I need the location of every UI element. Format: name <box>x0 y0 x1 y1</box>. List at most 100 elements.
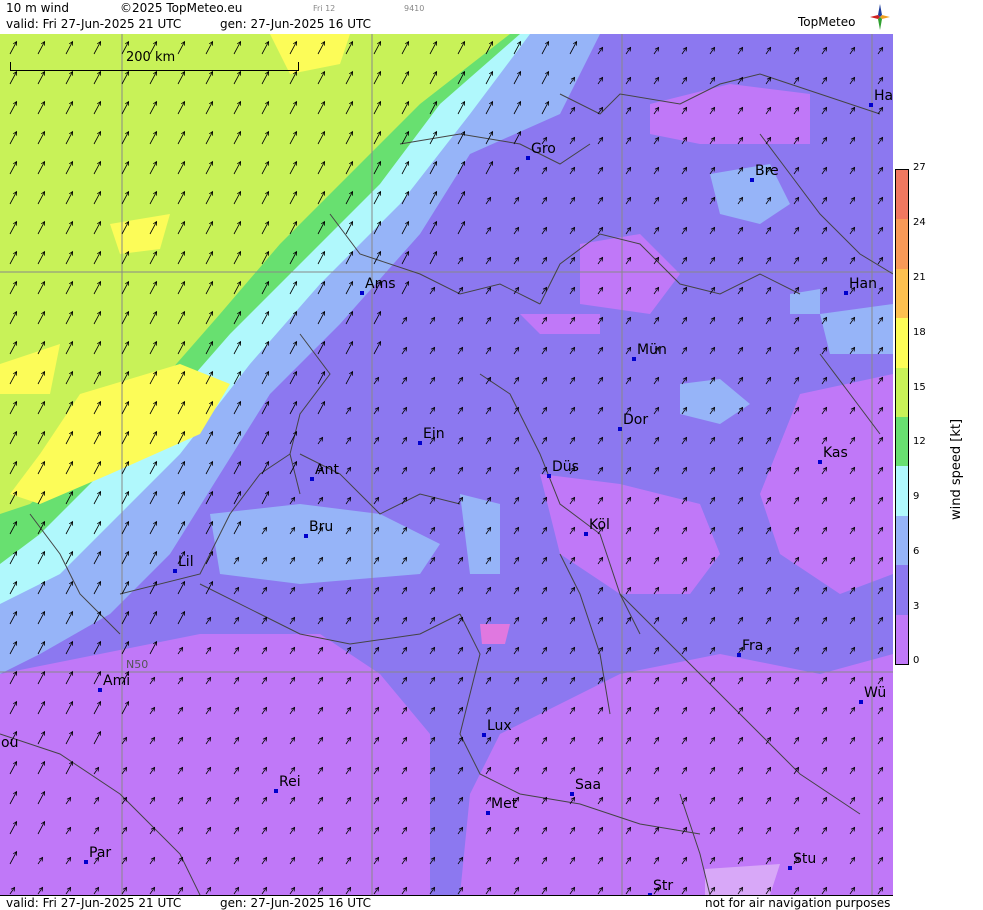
wind-arrow <box>737 376 744 385</box>
wind-arrow <box>121 736 128 745</box>
wind-arrow <box>625 166 632 175</box>
city-marker-Kas <box>818 460 822 464</box>
wind-arrow <box>849 676 856 685</box>
wind-map[interactable]: 200 km N50 Ha Gro Bre Ams Han Mün Ein Dor Ant Düs… <box>0 34 893 895</box>
city-label-Met[interactable]: Met <box>491 796 517 812</box>
wind-arrow <box>793 166 800 175</box>
wind-arrow <box>121 220 130 235</box>
wind-arrow <box>485 316 492 325</box>
city-label-Lux[interactable]: Lux <box>487 718 512 734</box>
wind-arrow <box>93 766 100 775</box>
wind-arrow <box>849 76 856 85</box>
wind-arrow <box>597 826 604 835</box>
wind-arrow <box>737 526 744 535</box>
wind-arrow <box>205 400 214 415</box>
wind-arrow <box>849 166 856 175</box>
topmeteo-logo[interactable]: TopMeteo <box>798 4 890 32</box>
wind-arrow <box>681 886 688 895</box>
city-label-Stu[interactable]: Stu <box>793 851 816 867</box>
city-label-Gro[interactable]: Gro <box>531 141 556 157</box>
wind-arrow <box>793 106 800 115</box>
wind-arrow <box>121 640 130 655</box>
city-label-Ami[interactable]: Ami <box>103 673 130 689</box>
wind-arrow <box>373 706 380 715</box>
wind-arrow <box>177 460 186 475</box>
wind-arrow <box>793 886 800 895</box>
wind-arrow <box>513 316 520 325</box>
wind-arrow <box>849 826 856 835</box>
wind-arrow <box>401 706 408 715</box>
city-label-Lil[interactable]: Lil <box>178 554 194 570</box>
wind-arrow <box>821 616 828 625</box>
wind-arrow <box>597 46 604 55</box>
city-label-ou[interactable]: ou <box>1 735 18 751</box>
city-label-Ams[interactable]: Ams <box>365 276 396 292</box>
wind-arrow <box>625 136 632 145</box>
city-label-Fra[interactable]: Fra <box>742 638 763 654</box>
wind-arrow <box>177 280 186 295</box>
city-label-Han[interactable]: Han <box>849 276 877 292</box>
wind-arrow <box>541 796 548 805</box>
wind-arrow <box>177 370 186 385</box>
city-label-Bru[interactable]: Bru <box>309 519 333 535</box>
wind-arrow <box>289 856 296 865</box>
wind-arrow <box>401 190 410 205</box>
wind-arrow <box>849 796 856 805</box>
wind-arrow <box>233 556 240 565</box>
city-label-Dor[interactable]: Dor <box>623 412 648 428</box>
wind-arrow <box>233 340 242 355</box>
city-label-Par[interactable]: Par <box>89 845 111 861</box>
wind-arrow <box>429 676 436 685</box>
wind-arrow <box>261 430 270 445</box>
map-header: 10 m wind ©2025 TopMeteo.eu Fri 12 9410 … <box>0 0 893 35</box>
city-label-Kas[interactable]: Kas <box>823 445 848 461</box>
wind-arrow <box>793 466 800 475</box>
city-marker-Wü <box>859 700 863 704</box>
wind-arrow <box>849 736 856 745</box>
wind-arrow <box>261 340 270 355</box>
wind-arrow <box>289 160 298 175</box>
wind-arrow <box>317 496 324 505</box>
wind-arrow <box>849 46 856 55</box>
wind-arrow <box>821 466 828 475</box>
city-label-Str[interactable]: Str <box>653 878 673 894</box>
wind-arrow <box>205 766 212 775</box>
wind-arrow <box>93 730 102 745</box>
wind-arrow <box>793 796 800 805</box>
wind-arrow <box>597 706 604 715</box>
city-label-Düs[interactable]: Düs <box>552 459 579 475</box>
wind-arrow <box>625 106 632 115</box>
wind-arrow <box>401 856 408 865</box>
city-label-Ha[interactable]: Ha <box>874 88 893 104</box>
wind-arrow <box>513 166 520 175</box>
wind-arrow <box>149 310 158 325</box>
city-label-Ant[interactable]: Ant <box>315 462 339 478</box>
wind-arrow <box>37 370 46 385</box>
wind-arrow <box>849 616 856 625</box>
city-label-Köl[interactable]: Köl <box>589 517 610 533</box>
city-label-Bre[interactable]: Bre <box>755 163 779 179</box>
wind-arrow <box>289 526 296 535</box>
city-label-Mün[interactable]: Mün <box>637 342 667 358</box>
wind-arrow <box>709 826 716 835</box>
wind-arrow <box>289 100 298 115</box>
wind-arrow <box>317 310 326 325</box>
wind-arrow <box>373 190 382 205</box>
city-label-Saa[interactable]: Saa <box>575 777 601 793</box>
wind-arrow <box>121 700 130 715</box>
wind-arrow <box>9 820 18 835</box>
wind-arrow <box>653 676 660 685</box>
wind-arrow <box>457 556 464 565</box>
wind-arrow <box>765 466 772 475</box>
wind-arrow <box>569 856 576 865</box>
wind-arrow <box>765 196 772 205</box>
wind-arrow <box>485 676 492 685</box>
wind-arrow <box>877 706 884 715</box>
wind-arrow <box>541 526 548 535</box>
city-label-Rei[interactable]: Rei <box>279 774 301 790</box>
city-label-Ein[interactable]: Ein <box>423 426 445 442</box>
wind-arrow <box>457 376 464 385</box>
city-label-Wü[interactable]: Wü <box>864 685 886 701</box>
wind-arrow <box>709 346 716 355</box>
code-tag: 9410 <box>404 4 425 13</box>
